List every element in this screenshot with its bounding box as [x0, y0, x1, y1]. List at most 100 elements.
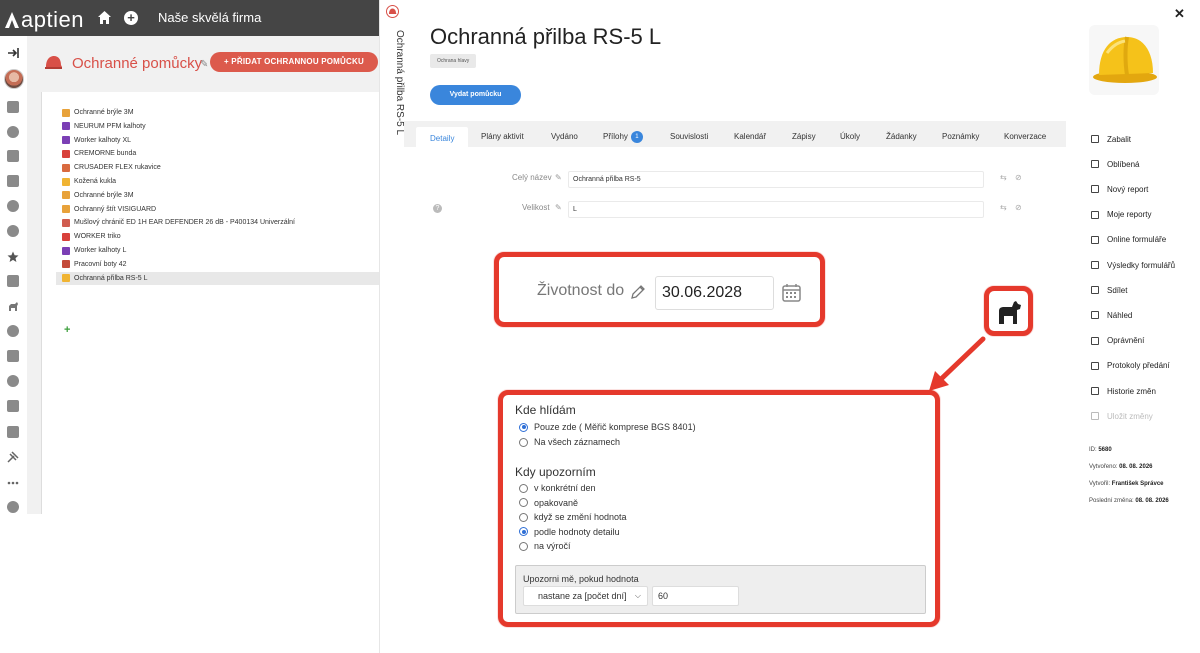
- expiry-date-input[interactable]: 30.06.2028: [655, 276, 774, 310]
- tree-item[interactable]: Worker kalhoty XL: [62, 134, 131, 147]
- drawer-collapse-strip[interactable]: Ochranná přilba RS-5 L: [379, 0, 405, 653]
- tab-8[interactable]: Žádanky: [886, 127, 917, 147]
- nav-documents-icon[interactable]: [7, 275, 19, 287]
- home-icon[interactable]: [97, 10, 112, 25]
- radio-option[interactable]: opakovaně: [519, 498, 578, 508]
- edit-pencil-icon[interactable]: ✎: [200, 59, 208, 70]
- full-name-attach-icon[interactable]: ⊘: [1015, 173, 1022, 182]
- tree-item[interactable]: Ochranná přilba RS-5 L: [56, 271, 380, 285]
- action-item[interactable]: Online formuláře: [1091, 233, 1166, 247]
- action-item[interactable]: Uložit změny: [1091, 409, 1153, 423]
- help-icon[interactable]: ?: [433, 204, 442, 213]
- tab-5[interactable]: Kalendář: [734, 127, 766, 147]
- action-label: Náhled: [1107, 310, 1133, 320]
- size-attach-icon[interactable]: ⊘: [1015, 203, 1022, 212]
- nav-reports-icon[interactable]: [7, 350, 19, 362]
- tree-item[interactable]: CRUSADER FLEX rukavice: [62, 161, 161, 174]
- user-avatar[interactable]: [4, 69, 24, 89]
- radio-selected-icon[interactable]: [519, 527, 528, 536]
- nav-chat-icon[interactable]: [7, 200, 19, 212]
- tree-item[interactable]: Ochranné brýle 3M: [62, 189, 134, 202]
- tree-item[interactable]: Worker kalhoty L: [62, 244, 126, 257]
- tab-10[interactable]: Konverzace: [1004, 127, 1046, 147]
- tree-item[interactable]: Pracovní boty 42: [62, 258, 127, 271]
- size-edit-icon[interactable]: ✎: [555, 203, 562, 212]
- tree-item[interactable]: Kožená kukla: [62, 175, 116, 188]
- radio-empty-icon[interactable]: [519, 437, 528, 447]
- size-history-icon[interactable]: ⇆: [1000, 203, 1007, 212]
- size-input[interactable]: L: [568, 201, 984, 218]
- add-tree-item-icon[interactable]: +: [64, 324, 70, 336]
- add-protective-item-button[interactable]: + PŘIDAT OCHRANNOU POMŮCKU: [210, 52, 378, 72]
- nav-team-icon[interactable]: [7, 501, 19, 513]
- issue-item-button[interactable]: Vydat pomůcku: [430, 85, 521, 105]
- close-drawer-icon[interactable]: ✕: [1174, 6, 1185, 22]
- action-item[interactable]: Náhled: [1091, 308, 1132, 322]
- expiry-edit-pencil-icon[interactable]: [630, 284, 646, 300]
- action-item[interactable]: Nový report: [1091, 182, 1148, 196]
- tab-2[interactable]: Vydáno: [551, 127, 578, 147]
- radio-empty-icon[interactable]: [519, 483, 528, 493]
- action-item[interactable]: Sdílet: [1091, 283, 1127, 297]
- action-label: Oprávnění: [1107, 336, 1145, 346]
- tree-item-label: Mušlový chránič ED 1H EAR DEFENDER 26 dB…: [74, 219, 295, 227]
- radio-empty-icon[interactable]: [519, 512, 528, 522]
- nav-clipboard-icon[interactable]: [7, 400, 19, 412]
- full-name-edit-icon[interactable]: ✎: [555, 173, 562, 182]
- radio-option[interactable]: Na všech záznamech: [519, 437, 620, 447]
- radio-empty-icon[interactable]: [519, 541, 528, 551]
- full-name-history-icon[interactable]: ⇆: [1000, 173, 1007, 182]
- radio-option[interactable]: když se změní hodnota: [519, 512, 627, 522]
- radio-selected-icon[interactable]: [519, 422, 528, 432]
- action-item[interactable]: Moje reporty: [1091, 208, 1151, 222]
- nav-users-icon[interactable]: [7, 375, 19, 387]
- radio-option[interactable]: na výročí: [519, 541, 571, 551]
- tree-item[interactable]: WORKER triko: [62, 230, 121, 243]
- nav-tools-icon[interactable]: [7, 450, 19, 463]
- expand-menu-icon[interactable]: [7, 46, 19, 58]
- radio-label: když se změní hodnota: [534, 512, 627, 522]
- action-item[interactable]: Protokoly předání: [1091, 359, 1170, 373]
- watchdog-icon[interactable]: [995, 298, 1023, 326]
- aptien-logo[interactable]: aptien: [4, 7, 84, 33]
- nav-favorites-icon[interactable]: [7, 250, 19, 262]
- nav-apps-icon[interactable]: [7, 476, 19, 488]
- full-name-input[interactable]: Ochranná přilba RS-5: [568, 171, 984, 188]
- tree-item[interactable]: Mušlový chránič ED 1H EAR DEFENDER 26 dB…: [62, 216, 295, 229]
- tree-item[interactable]: CREMORNE bunda: [62, 147, 136, 160]
- action-item[interactable]: Oblíbená: [1091, 157, 1139, 171]
- category-tag[interactable]: Ochrana hlavy: [430, 54, 477, 68]
- tab-3[interactable]: Přílohy 1: [603, 127, 643, 147]
- nav-notifications-icon[interactable]: [7, 126, 19, 138]
- nav-home-icon[interactable]: [7, 101, 19, 113]
- notify-days-input[interactable]: 60: [652, 586, 739, 606]
- action-item[interactable]: Oprávnění: [1091, 334, 1144, 348]
- action-item[interactable]: Zabalit: [1091, 132, 1131, 146]
- nav-calendar-icon[interactable]: [7, 150, 19, 162]
- action-item[interactable]: Historie změn: [1091, 384, 1156, 398]
- company-name[interactable]: Naše skvělá firma: [158, 10, 261, 25]
- nav-library-icon[interactable]: [7, 426, 19, 438]
- tab-6[interactable]: Zápisy: [792, 127, 816, 147]
- tree-item[interactable]: Ochranné brýle 3M: [62, 106, 134, 119]
- nav-contacts-icon[interactable]: [7, 225, 19, 237]
- tab-7[interactable]: Úkoly: [840, 127, 860, 147]
- tab-9[interactable]: Poznámky: [942, 127, 979, 147]
- radio-option[interactable]: Pouze zde ( Měřič komprese BGS 8401): [519, 422, 696, 432]
- tree-item[interactable]: NEURUM PFM kalhoty: [62, 120, 146, 133]
- add-new-icon[interactable]: +: [124, 11, 138, 25]
- tab-1[interactable]: Plány aktivit: [481, 127, 524, 147]
- tree-item[interactable]: Ochranný štít VISIGUARD: [62, 203, 156, 216]
- action-item[interactable]: Výsledky formulářů: [1091, 258, 1175, 272]
- radio-option[interactable]: v konkrétní den: [519, 483, 596, 493]
- item-category-icon: [62, 163, 70, 172]
- notify-condition-select[interactable]: nastane za [počet dní] ⌵: [523, 586, 648, 606]
- tab-4[interactable]: Souvislosti: [670, 127, 708, 147]
- nav-check-icon[interactable]: [7, 325, 19, 337]
- nav-tasks-icon[interactable]: [7, 175, 19, 187]
- radio-option[interactable]: podle hodnoty detailu: [519, 527, 620, 537]
- nav-dog-icon[interactable]: [7, 300, 19, 312]
- action-label: Online formuláře: [1107, 235, 1167, 245]
- calendar-icon[interactable]: [781, 282, 802, 303]
- radio-empty-icon[interactable]: [519, 498, 528, 507]
